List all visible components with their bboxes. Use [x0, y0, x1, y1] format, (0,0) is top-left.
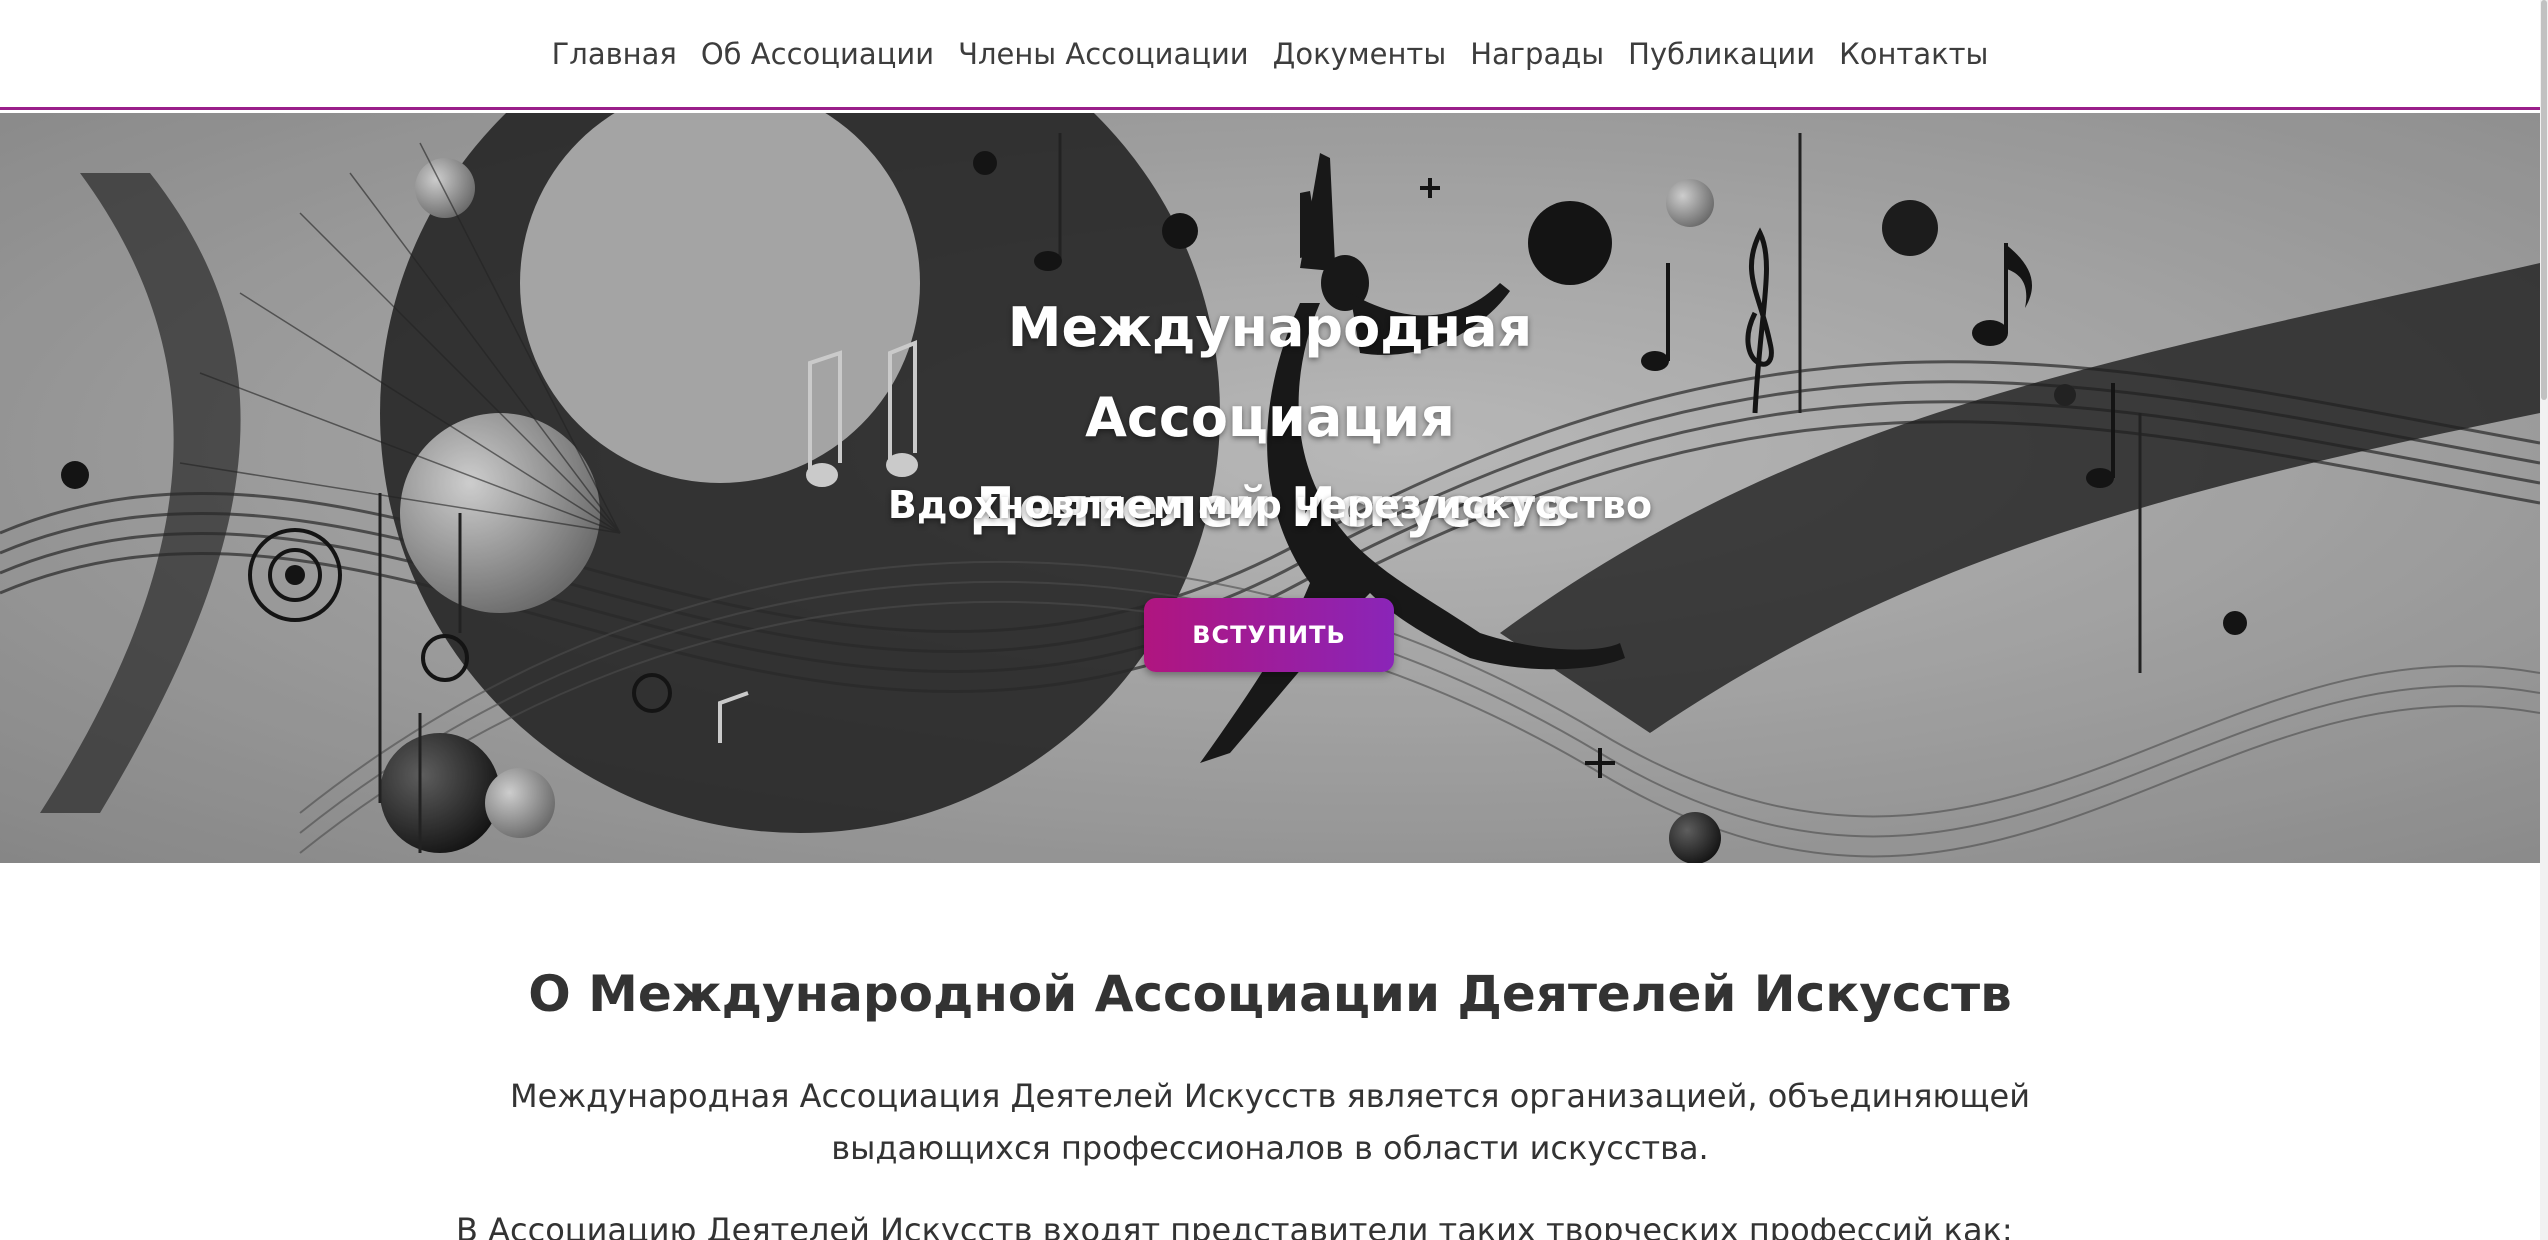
about-paragraph: Международная Ассоциация Деятелей Искусс… — [509, 1077, 2031, 1167]
about-professions-intro: В Ассоциацию Деятелей Искусств входят пр… — [456, 1211, 2013, 1240]
hero-subtitle: Вдохновляем мир через искусство — [887, 483, 1653, 527]
join-button[interactable]: ВСТУПИТЬ — [1144, 598, 1394, 672]
nav-item-contacts[interactable]: Контакты — [1839, 37, 1988, 71]
nav-item-documents[interactable]: Документы — [1273, 37, 1447, 71]
nav-item-about[interactable]: Об Ассоциации — [701, 37, 934, 71]
about-title: О Международной Ассоциации Деятелей Иску… — [528, 965, 2012, 1023]
page: Главная Об Ассоциации Члены Ассоциации Д… — [0, 0, 2548, 1240]
hero-title-line-1: Международная Ассоциация — [1007, 296, 1533, 449]
nav-item-awards[interactable]: Награды — [1470, 37, 1604, 71]
top-navigation: Главная Об Ассоциации Члены Ассоциации Д… — [0, 0, 2540, 110]
nav-item-home[interactable]: Главная — [552, 37, 677, 71]
hero-content: Международная Ассоциация Деятелей Искусс… — [0, 113, 2540, 863]
about-section: О Международной Ассоциации Деятелей Иску… — [0, 863, 2540, 1240]
nav-item-members[interactable]: Члены Ассоциации — [958, 37, 1249, 71]
scrollbar-thumb[interactable] — [2541, 0, 2547, 400]
hero-banner: Международная Ассоциация Деятелей Искусс… — [0, 113, 2540, 863]
vertical-scrollbar[interactable] — [2540, 0, 2548, 1240]
nav-item-publications[interactable]: Публикации — [1628, 37, 1815, 71]
